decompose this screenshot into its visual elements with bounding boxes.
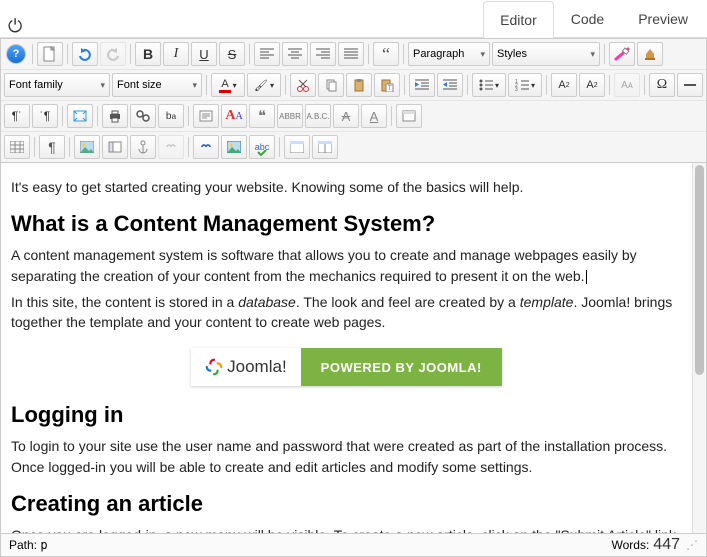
unlink-icon[interactable] [158, 135, 184, 159]
indent-button[interactable] [409, 73, 435, 97]
abbr-icon[interactable]: ABBR [277, 104, 303, 128]
ltr-button[interactable]: ¶˙ [4, 104, 30, 128]
cleanup-icon[interactable] [637, 42, 663, 66]
anchor-icon[interactable] [130, 135, 156, 159]
editor-toolbar: ? B I U S “ Paragraph Styles Font family… [0, 38, 707, 163]
joomla-banner-text: POWERED BY JOOMLA! [301, 348, 502, 386]
joomla-logo: Joomla! [191, 348, 301, 386]
path-label: Path: [9, 538, 37, 552]
find-replace-icon[interactable] [130, 104, 156, 128]
joomla-banner[interactable]: Joomla! POWERED BY JOOMLA! [11, 348, 682, 386]
heading[interactable]: What is a Content Management System? [11, 211, 682, 237]
cite-icon[interactable]: ❝ [249, 104, 275, 128]
text-color-button[interactable]: A▾ [211, 73, 245, 97]
paragraph[interactable]: It's easy to get started creating your w… [11, 177, 682, 197]
styled-text-icon[interactable]: AA [221, 104, 247, 128]
show-blocks-icon[interactable]: ¶ [39, 135, 65, 159]
path-value[interactable]: p [40, 538, 47, 552]
subscript-button[interactable]: A2 [551, 73, 577, 97]
source-icon[interactable] [193, 104, 219, 128]
rtl-button[interactable]: ˙¶ [32, 104, 58, 128]
layout-columns-icon[interactable] [312, 135, 338, 159]
redo-icon[interactable] [100, 42, 126, 66]
align-right-button[interactable] [310, 42, 336, 66]
status-bar: Path: p Words: 447 ⋰ [0, 533, 707, 557]
paste-icon[interactable] [346, 73, 372, 97]
fontsize-select[interactable]: Font size [112, 73, 202, 97]
align-justify-button[interactable] [338, 42, 364, 66]
heading[interactable]: Logging in [11, 402, 682, 428]
superscript-button[interactable]: A2 [579, 73, 605, 97]
align-center-button[interactable] [282, 42, 308, 66]
resize-grip-icon[interactable]: ⋰ [684, 538, 698, 552]
paragraph[interactable]: A content management system is software … [11, 245, 682, 286]
replace-text-icon[interactable]: ba [158, 104, 184, 128]
undo-icon[interactable] [72, 42, 98, 66]
strikethrough-button[interactable]: S [219, 42, 245, 66]
special-char-button[interactable]: Ω [649, 73, 675, 97]
table-button[interactable] [4, 135, 30, 159]
underline-button[interactable]: U [191, 42, 217, 66]
word-count: Words: 447 ⋰ [612, 536, 699, 554]
paragraph[interactable]: Once you are logged-in, a new menu will … [11, 525, 682, 533]
print-icon[interactable] [102, 104, 128, 128]
italic-button[interactable]: I [163, 42, 189, 66]
view-tabs: Editor Code Preview [483, 0, 705, 37]
ordered-list-button[interactable]: 123▾ [508, 73, 542, 97]
format-select[interactable]: Paragraph [408, 42, 490, 66]
tab-preview[interactable]: Preview [621, 0, 705, 37]
file-manager-icon[interactable] [102, 135, 128, 159]
scrollbar-thumb[interactable] [695, 165, 704, 375]
tab-code[interactable]: Code [554, 0, 621, 37]
hr-button[interactable] [677, 73, 703, 97]
heading[interactable]: Creating an article [11, 491, 682, 517]
background-color-button[interactable]: 🖌▾ [247, 73, 281, 97]
clear-formatting-icon[interactable] [609, 42, 635, 66]
fontfamily-select[interactable]: Font family [4, 73, 110, 97]
styles-select[interactable]: Styles [492, 42, 600, 66]
paragraph[interactable]: To login to your site use the user name … [11, 436, 682, 477]
help-icon[interactable]: ? [6, 44, 26, 64]
svg-text:T: T [388, 86, 392, 92]
acronym-icon[interactable]: A.B.C. [305, 104, 331, 128]
link-icon[interactable] [193, 135, 219, 159]
del-icon[interactable]: A [333, 104, 359, 128]
layout-split-icon[interactable] [284, 135, 310, 159]
header-bar: ⏻ Editor Code Preview [0, 0, 707, 38]
ins-icon[interactable]: A [361, 104, 387, 128]
attributes-icon[interactable] [396, 104, 422, 128]
power-icon[interactable]: ⏻ [8, 16, 22, 37]
copy-icon[interactable] [318, 73, 344, 97]
spellcheck-icon[interactable]: abc [249, 135, 275, 159]
blockquote-icon[interactable]: “ [373, 42, 399, 66]
unordered-list-button[interactable]: ▾ [472, 73, 506, 97]
align-left-button[interactable] [254, 42, 280, 66]
editor-content[interactable]: It's easy to get started creating your w… [1, 163, 692, 533]
insert-image-icon[interactable] [74, 135, 100, 159]
element-path[interactable]: Path: p [9, 538, 48, 552]
paragraph[interactable]: In this site, the content is stored in a… [11, 292, 682, 333]
text-case-button[interactable]: Aᴀ [614, 73, 640, 97]
paste-text-icon[interactable]: T [374, 73, 400, 97]
tab-editor[interactable]: Editor [483, 1, 554, 38]
cut-icon[interactable] [290, 73, 316, 97]
outdent-button[interactable] [437, 73, 463, 97]
svg-text:3: 3 [515, 87, 518, 91]
image-icon[interactable] [221, 135, 247, 159]
scrollbar[interactable] [692, 163, 706, 533]
bold-button[interactable]: B [135, 42, 161, 66]
new-document-icon[interactable] [37, 42, 63, 66]
fullscreen-icon[interactable] [67, 104, 93, 128]
